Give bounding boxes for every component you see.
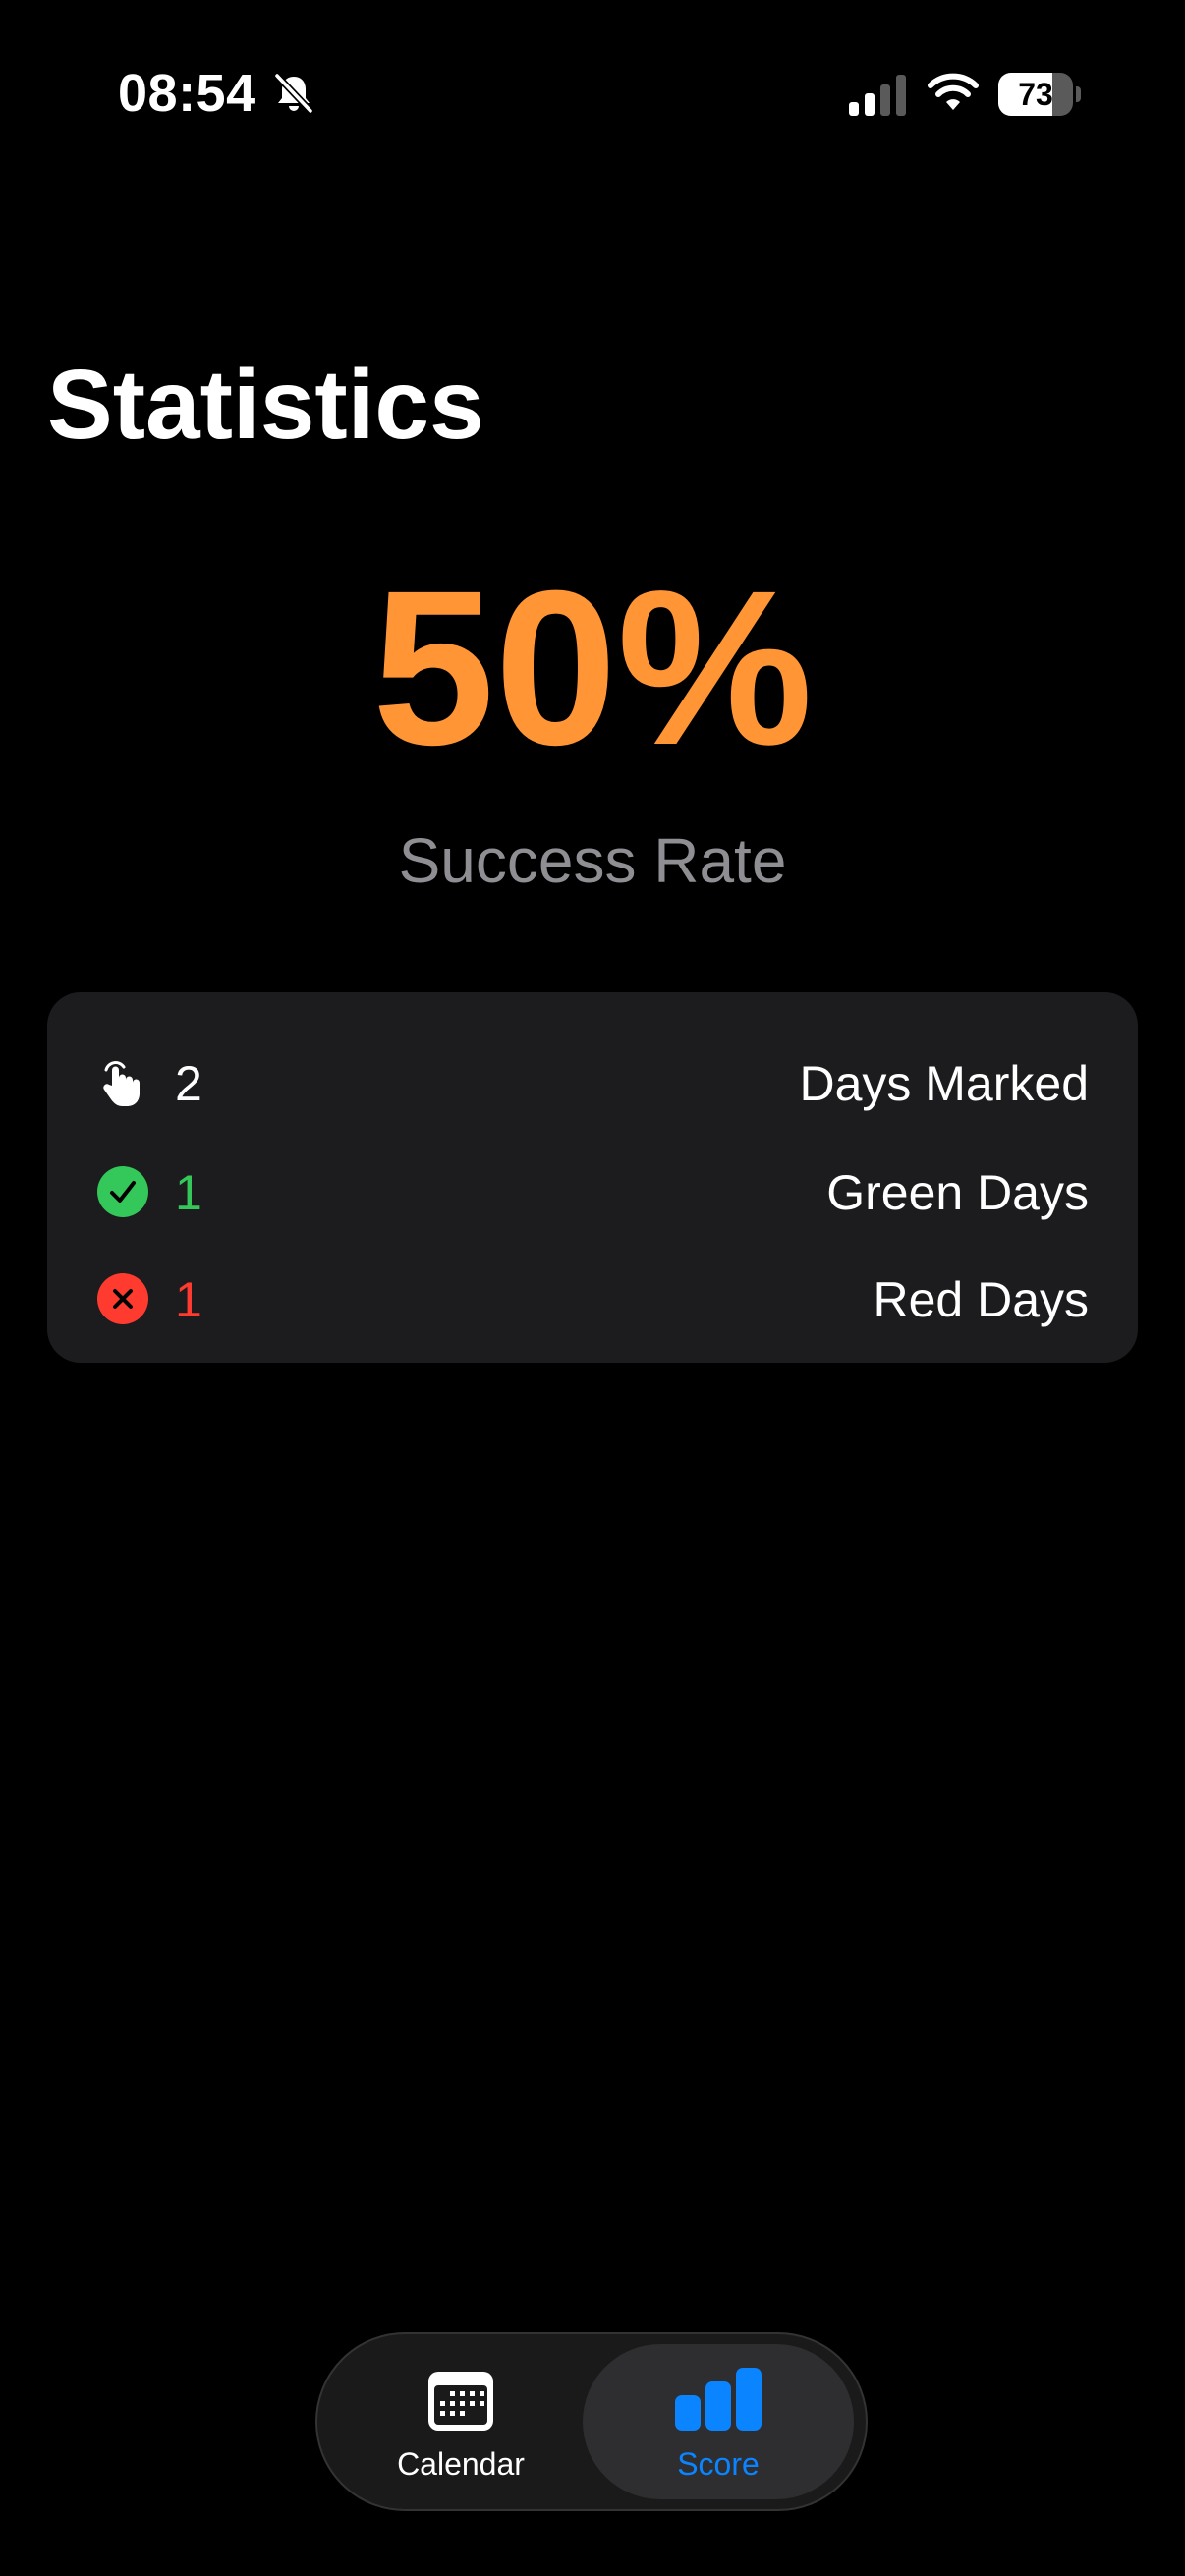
checkmark-circle-icon [97,1166,148,1217]
stat-label: Days Marked [799,1056,1089,1111]
status-bar: 08:54 73 [0,0,1185,196]
stat-value: 2 [175,1056,202,1111]
battery-cap [1076,86,1081,102]
stat-value: 1 [175,1165,202,1220]
stat-row-red-days: 1 Red Days [47,1248,1138,1346]
stats-card: 2 Days Marked 1 Green Days 1 Red Days [47,992,1138,1363]
stat-row-green-days: 1 Green Days [47,1141,1138,1239]
stat-label: Red Days [873,1272,1089,1327]
wifi-icon [928,73,979,110]
bell-slash-icon [274,73,313,114]
stat-row-days-marked: 2 Days Marked [47,1032,1138,1130]
tab-calendar[interactable]: Calendar [325,2344,596,2499]
page-title: Statistics [47,350,484,460]
success-rate-label: Success Rate [398,825,787,896]
success-rate-value: 50% [371,545,814,791]
tab-label: Score [677,2446,760,2482]
status-time: 08:54 [118,64,256,123]
tab-score[interactable]: Score [583,2344,854,2499]
stat-value: 1 [175,1272,202,1327]
battery-body: 73 [998,73,1073,116]
battery-icon: 73 [998,73,1081,116]
calendar-icon [428,2372,493,2431]
battery-percent: 73 [1018,77,1053,112]
hand-tap-icon [103,1061,140,1106]
stat-label: Green Days [826,1165,1089,1220]
cellular-signal-icon [849,75,906,116]
bar-chart-icon [675,2368,762,2431]
tab-bar: Calendar Score [315,2332,868,2511]
xmark-circle-icon [97,1273,148,1324]
tab-label: Calendar [397,2446,525,2482]
